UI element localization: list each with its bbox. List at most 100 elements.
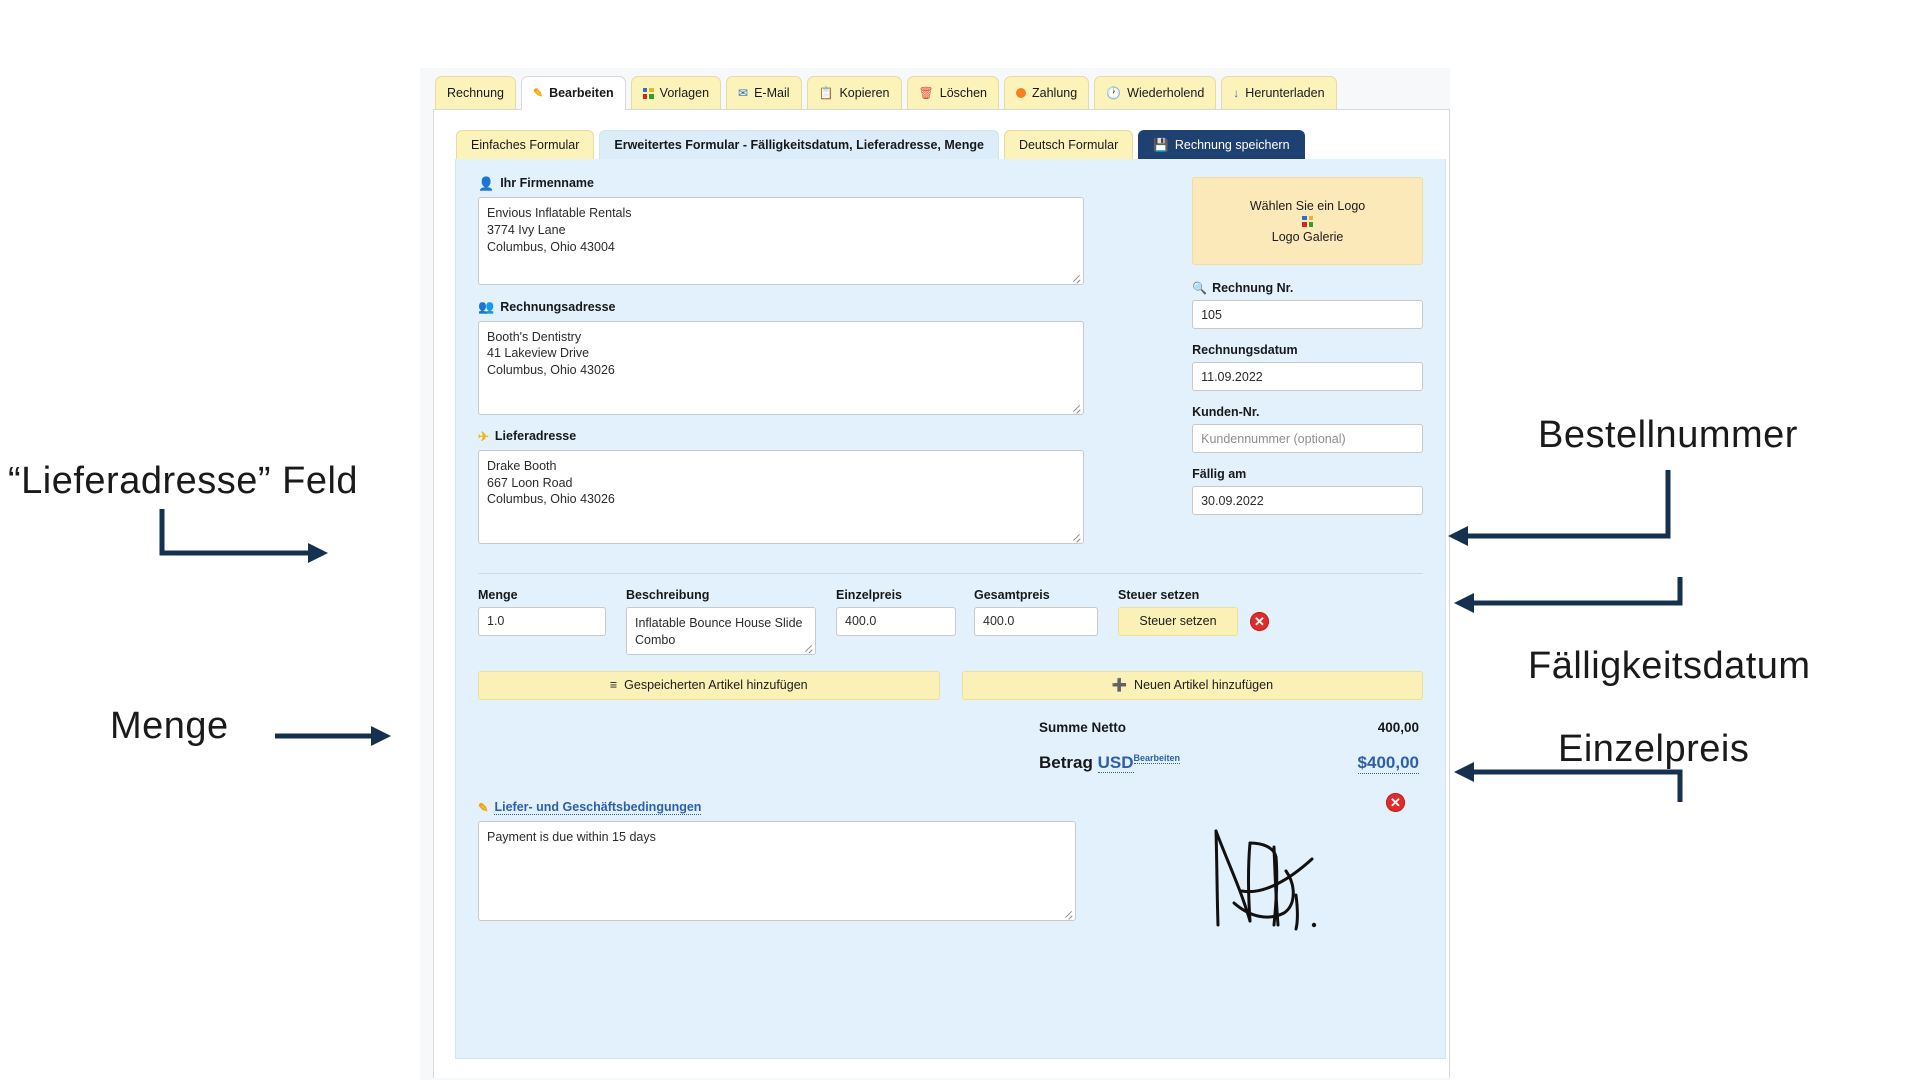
- logo-picker[interactable]: Wählen Sie ein Logo Logo Galerie: [1192, 177, 1423, 265]
- invoice-number-input[interactable]: [1192, 300, 1423, 329]
- item-quantity-input[interactable]: [478, 606, 606, 636]
- annotation-arrow-quantity: [275, 726, 391, 746]
- annotation-arrow-due-date: [1454, 577, 1683, 613]
- table-row: Steuer setzen ✕: [478, 606, 1423, 655]
- tab-content-pane: Einfaches Formular Erweitertes Formular …: [433, 110, 1450, 1078]
- column-header-menge: Menge: [478, 587, 518, 602]
- tab-label: Rechnung: [447, 85, 504, 100]
- subtab-deutsch-formular[interactable]: Deutsch Formular: [1003, 130, 1134, 159]
- people-icon: 👥: [478, 299, 495, 315]
- amount-label: Betrag: [1039, 752, 1093, 772]
- pencil-icon: ✎: [533, 86, 544, 100]
- due-date-label: Fällig am: [1192, 467, 1247, 481]
- annotation-due-date: Fälligkeitsdatum: [1528, 645, 1811, 687]
- dot-icon: [1016, 88, 1027, 98]
- terms-row: ✕: [478, 792, 1423, 931]
- cell-einzelpreis: [836, 606, 956, 636]
- form-left-column: 👤 Ihr Firmenname 👥 Rechnungsadresse: [478, 176, 1085, 559]
- cell-menge: [478, 606, 606, 636]
- annotation-arrow-shipping: [159, 509, 328, 563]
- invoice-date-field: Rechnungsdatum: [1192, 343, 1423, 391]
- tab-label: Vorlagen: [659, 85, 710, 100]
- person-icon: 👤: [478, 176, 495, 191]
- signature-image: [1214, 829, 1316, 931]
- subtab-label: Einfaches Formular: [471, 138, 580, 152]
- plus-icon: ➕: [1111, 677, 1128, 692]
- delete-signature-icon[interactable]: ✕: [1386, 792, 1405, 812]
- logo-picker-title: Wählen Sie ein Logo: [1249, 198, 1366, 213]
- items-table-header: Menge Beschreibung Einzelpreis Gesamtpre…: [478, 588, 1423, 602]
- totals-section: Summe Netto 400,00 Betrag USDBearbeiten …: [478, 720, 1423, 774]
- billing-address-wrap: [478, 320, 1085, 415]
- envelope-icon: ✉: [738, 86, 749, 100]
- net-total-row: Summe Netto 400,00: [1039, 720, 1419, 735]
- tab-label: Kopieren: [839, 85, 890, 100]
- customer-number-field: Kunden-Nr.: [1192, 405, 1423, 453]
- save-icon: 💾: [1153, 137, 1169, 152]
- billing-address-textarea[interactable]: [478, 320, 1085, 415]
- item-description-textarea[interactable]: [626, 606, 816, 655]
- subtab-label: Rechnung speichern: [1174, 138, 1290, 152]
- customer-number-label: Kunden-Nr.: [1192, 405, 1260, 419]
- tab-herunterladen[interactable]: ↓ Herunterladen: [1221, 76, 1337, 109]
- invoice-date-input[interactable]: [1192, 362, 1423, 391]
- terms-textarea[interactable]: [478, 820, 1076, 921]
- terms-label[interactable]: Liefer- und Geschäftsbedingungen: [494, 800, 702, 815]
- terms-label-row: ✎ Liefer- und Geschäftsbedingungen: [478, 800, 1423, 815]
- annotation-arrow-order-number: [1448, 470, 1671, 546]
- delete-circle-icon[interactable]: ✕: [1250, 611, 1269, 631]
- invoice-form: 👤 Ihr Firmenname 👥 Rechnungsadresse: [455, 159, 1446, 1059]
- column-header-steuer: Steuer setzen: [1118, 587, 1200, 602]
- set-tax-button[interactable]: Steuer setzen: [1118, 606, 1238, 636]
- form-right-column: Wählen Sie ein Logo Logo Galerie 🔍 Rechn…: [1192, 177, 1423, 559]
- tab-kopieren[interactable]: 📋 Kopieren: [806, 76, 902, 109]
- tab-bearbeiten[interactable]: ✎ Bearbeiten: [521, 76, 626, 110]
- amount-value: $400,00: [1357, 752, 1419, 774]
- subtab-einfaches-formular[interactable]: Einfaches Formular: [456, 130, 595, 159]
- logo-gallery-label: Logo Galerie: [1271, 229, 1344, 244]
- grid-icon: [642, 87, 654, 99]
- add-saved-item-button[interactable]: ≡ Gespeicherten Artikel hinzufügen: [478, 670, 940, 700]
- tab-loeschen[interactable]: 🗑 Löschen: [906, 76, 1000, 109]
- item-unit-price-input[interactable]: [836, 606, 956, 636]
- section-divider: [478, 572, 1423, 574]
- net-total-value: 400,00: [1377, 719, 1419, 735]
- tab-email[interactable]: ✉ E-Mail: [726, 76, 802, 109]
- form-top-columns: 👤 Ihr Firmenname 👥 Rechnungsadresse: [478, 176, 1423, 559]
- item-total-price-input[interactable]: [974, 606, 1098, 636]
- column-header-gesamtpreis: Gesamtpreis: [974, 587, 1050, 602]
- tab-label: Herunterladen: [1245, 85, 1325, 100]
- currency-edit-link[interactable]: Bearbeiten: [1133, 753, 1181, 765]
- annotation-quantity: Menge: [110, 705, 229, 747]
- tab-wiederholend[interactable]: 🕐 Wiederholend: [1094, 76, 1217, 109]
- form-tab-strip: Einfaches Formular Erweitertes Formular …: [434, 129, 1449, 159]
- invoice-number-label: 🔍 Rechnung Nr.: [1192, 281, 1294, 295]
- currency-value[interactable]: USD: [1097, 752, 1134, 773]
- add-item-buttons: ≡ Gespeicherten Artikel hinzufügen ➕ Neu…: [478, 670, 1423, 700]
- tab-label: Bearbeiten: [549, 85, 614, 100]
- cell-gesamtpreis: [974, 606, 1098, 636]
- amount-label-group: Betrag USDBearbeiten: [1039, 752, 1181, 773]
- screenshot-root: Rechnung ✎ Bearbeiten Vorlagen ✉ E-Mail …: [0, 0, 1920, 1080]
- shipping-address-textarea[interactable]: [478, 449, 1085, 544]
- add-new-item-button[interactable]: ➕ Neuen Artikel hinzufügen: [961, 670, 1423, 700]
- customer-number-input[interactable]: [1192, 424, 1423, 453]
- invoice-number-field: 🔍 Rechnung Nr.: [1192, 281, 1423, 329]
- column-header-beschreibung: Beschreibung: [626, 587, 710, 602]
- tab-zahlung[interactable]: Zahlung: [1004, 76, 1090, 109]
- pencil-icon: ✎: [478, 800, 489, 815]
- tab-rechnung[interactable]: Rechnung: [435, 76, 516, 109]
- amount-row: Betrag USDBearbeiten $400,00: [1039, 752, 1419, 774]
- four-square-icon: [1302, 215, 1314, 227]
- company-name-textarea[interactable]: [478, 197, 1085, 286]
- tab-vorlagen[interactable]: Vorlagen: [630, 76, 722, 109]
- company-name-wrap: [478, 197, 1085, 286]
- tab-label: Löschen: [939, 85, 988, 100]
- subtab-rechnung-speichern[interactable]: 💾 Rechnung speichern: [1138, 130, 1305, 159]
- magnifier-icon: 🔍: [1192, 281, 1208, 295]
- subtab-erweitertes-formular[interactable]: Erweitertes Formular - Fälligkeitsdatum,…: [599, 130, 999, 159]
- shipping-address-label: ✈ Lieferadresse: [478, 428, 577, 444]
- due-date-input[interactable]: [1192, 486, 1423, 515]
- cell-beschreibung: [626, 606, 816, 655]
- annotation-shipping-address-field: “Lieferadresse” Feld: [8, 460, 359, 502]
